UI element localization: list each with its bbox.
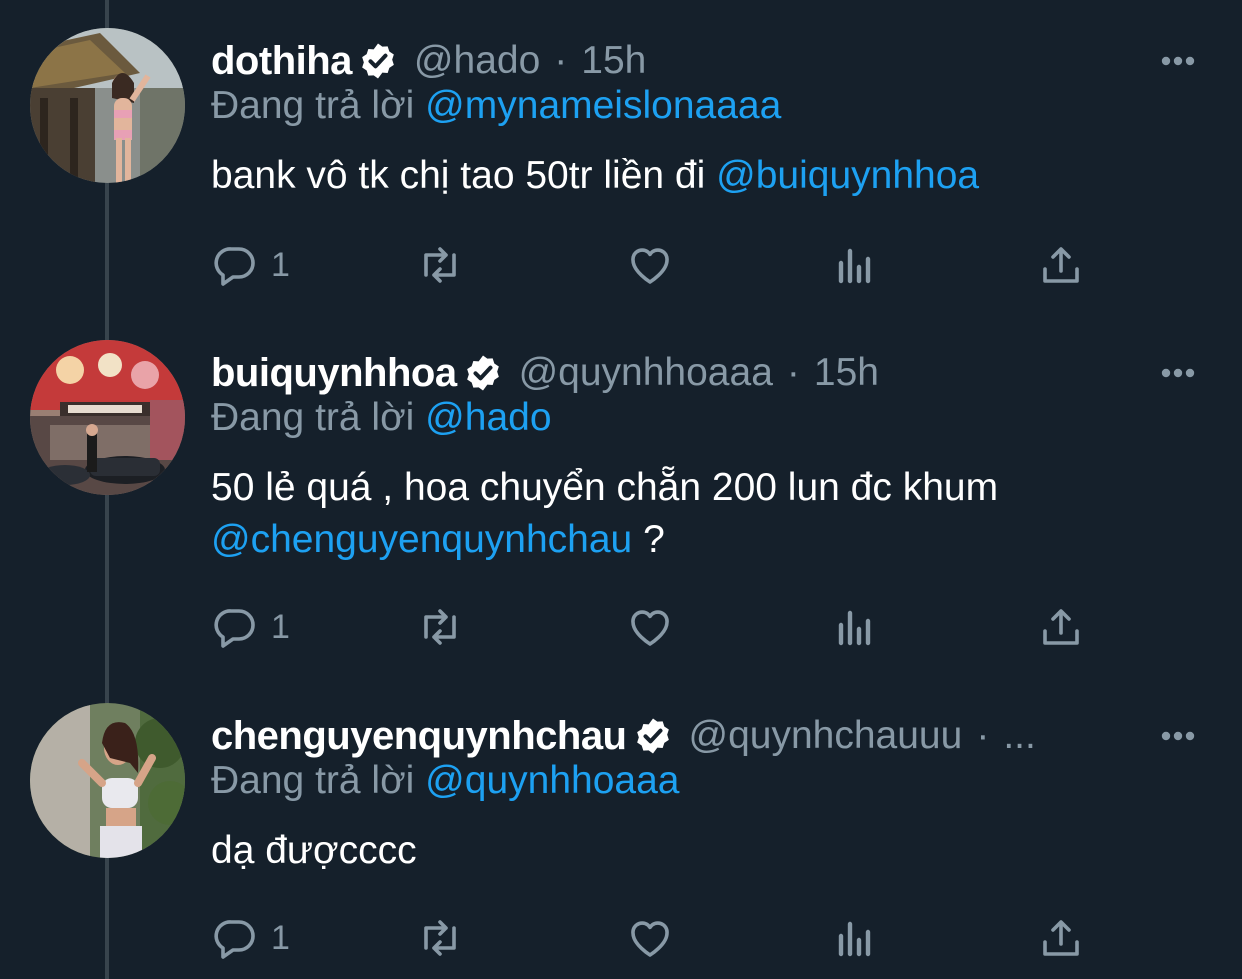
retweet-button[interactable]	[416, 602, 464, 652]
separator-dot: ·	[976, 714, 990, 757]
timestamp[interactable]: 15h	[814, 351, 879, 395]
analytics-icon	[838, 248, 871, 284]
analytics-button[interactable]	[831, 240, 879, 290]
more-icon[interactable]	[1148, 711, 1208, 761]
avatar[interactable]	[30, 28, 185, 183]
replying-to-mention[interactable]: @quynhhoaaa	[425, 759, 679, 802]
avatar[interactable]	[30, 703, 185, 858]
like-icon	[631, 610, 669, 646]
tweet-header: dothiha @hado · 15h	[211, 36, 646, 86]
retweet-icon	[424, 609, 456, 645]
separator-dot: ·	[786, 351, 800, 394]
replying-to-mention[interactable]: @mynameislonaaaa	[425, 84, 781, 127]
more-icon[interactable]	[1148, 348, 1208, 398]
analytics-button[interactable]	[831, 602, 879, 652]
timestamp[interactable]: ...	[1003, 714, 1036, 758]
tweet-text-part: dạ đượcccc	[211, 829, 417, 872]
tweet[interactable]: dothiha @hado · 15h Đang trả lời @myname…	[0, 0, 1242, 300]
tweet-mention[interactable]: @buiquynhhoa	[716, 154, 979, 197]
user-handle[interactable]: @quynhchauuu	[689, 714, 963, 758]
share-icon	[1043, 247, 1079, 283]
user-handle[interactable]: @hado	[414, 39, 540, 83]
timestamp[interactable]: 15h	[581, 39, 646, 83]
analytics-button[interactable]	[831, 913, 879, 963]
like-button[interactable]	[626, 602, 674, 652]
tweet-mention[interactable]: @chenguyenquynhchau	[211, 518, 632, 561]
tweet-text: dạ đượcccc	[211, 825, 1201, 877]
replying-to-label: Đang trả lời	[211, 84, 415, 127]
share-icon	[1043, 609, 1079, 645]
like-icon	[631, 248, 669, 284]
retweet-icon	[424, 920, 456, 956]
reply-button[interactable]: 1	[211, 602, 290, 652]
analytics-icon	[838, 610, 871, 646]
share-icon	[1043, 920, 1079, 956]
retweet-button[interactable]	[416, 913, 464, 963]
reply-count: 1	[271, 918, 290, 957]
reply-thread: dothiha @hado · 15h Đang trả lời @myname…	[0, 0, 1242, 979]
share-button[interactable]	[1037, 602, 1085, 652]
replying-to-line: Đang trả lời @mynameislonaaaa	[211, 84, 781, 128]
verified-icon	[362, 43, 394, 79]
avatar-photo	[30, 340, 185, 495]
analytics-icon	[838, 921, 871, 957]
tweet-text: 50 lẻ quá , hoa chuyển chẵn 200 lun đc k…	[211, 462, 1201, 566]
more-icon[interactable]	[1148, 36, 1208, 86]
display-name[interactable]: chenguyenquynhchau	[211, 714, 627, 759]
avatar-photo	[30, 28, 185, 183]
display-name[interactable]: buiquynhhoa	[211, 351, 457, 396]
reply-icon	[214, 609, 255, 648]
reply-button[interactable]: 1	[211, 913, 290, 963]
like-button[interactable]	[626, 240, 674, 290]
tweet-text-part: 50 lẻ quá , hoa chuyển chẵn 200 lun đc k…	[211, 466, 999, 509]
replying-to-label: Đang trả lời	[211, 396, 415, 439]
tweet[interactable]: chenguyenquynhchau @quynhchauuu · ... Đa…	[0, 675, 1242, 975]
reply-count: 1	[271, 607, 290, 646]
tweet-actions: 1	[211, 602, 1111, 652]
share-button[interactable]	[1037, 240, 1085, 290]
reply-icon	[214, 247, 255, 286]
tweet-actions: 1	[211, 913, 1111, 963]
avatar-photo	[30, 703, 185, 858]
replying-to-mention[interactable]: @hado	[425, 396, 551, 439]
tweet-header: chenguyenquynhchau @quynhchauuu · ...	[211, 711, 1036, 761]
separator-dot: ·	[554, 39, 568, 82]
share-button[interactable]	[1037, 913, 1085, 963]
replying-to-line: Đang trả lời @quynhhoaaa	[211, 759, 679, 803]
tweet-text: bank vô tk chị tao 50tr liền đi @buiquyn…	[211, 150, 1201, 202]
like-icon	[631, 921, 669, 957]
reply-icon	[214, 920, 255, 959]
tweet[interactable]: buiquynhhoa @quynhhoaaa · 15h Đang trả l…	[0, 312, 1242, 648]
tweet-text-part: ?	[632, 518, 665, 561]
tweet-header: buiquynhhoa @quynhhoaaa · 15h	[211, 348, 879, 398]
tweet-actions: 1	[211, 240, 1111, 290]
verified-icon	[466, 355, 499, 391]
display-name[interactable]: dothiha	[211, 39, 352, 84]
replying-to-line: Đang trả lời @hado	[211, 396, 552, 440]
avatar[interactable]	[30, 340, 185, 495]
retweet-button[interactable]	[416, 240, 464, 290]
reply-count: 1	[271, 245, 290, 284]
verified-icon	[636, 718, 669, 754]
tweet-text-part: bank vô tk chị tao 50tr liền đi	[211, 154, 717, 197]
like-button[interactable]	[626, 913, 674, 963]
replying-to-label: Đang trả lời	[211, 759, 415, 802]
retweet-icon	[424, 247, 456, 283]
reply-button[interactable]: 1	[211, 240, 290, 290]
user-handle[interactable]: @quynhhoaaa	[519, 351, 773, 395]
